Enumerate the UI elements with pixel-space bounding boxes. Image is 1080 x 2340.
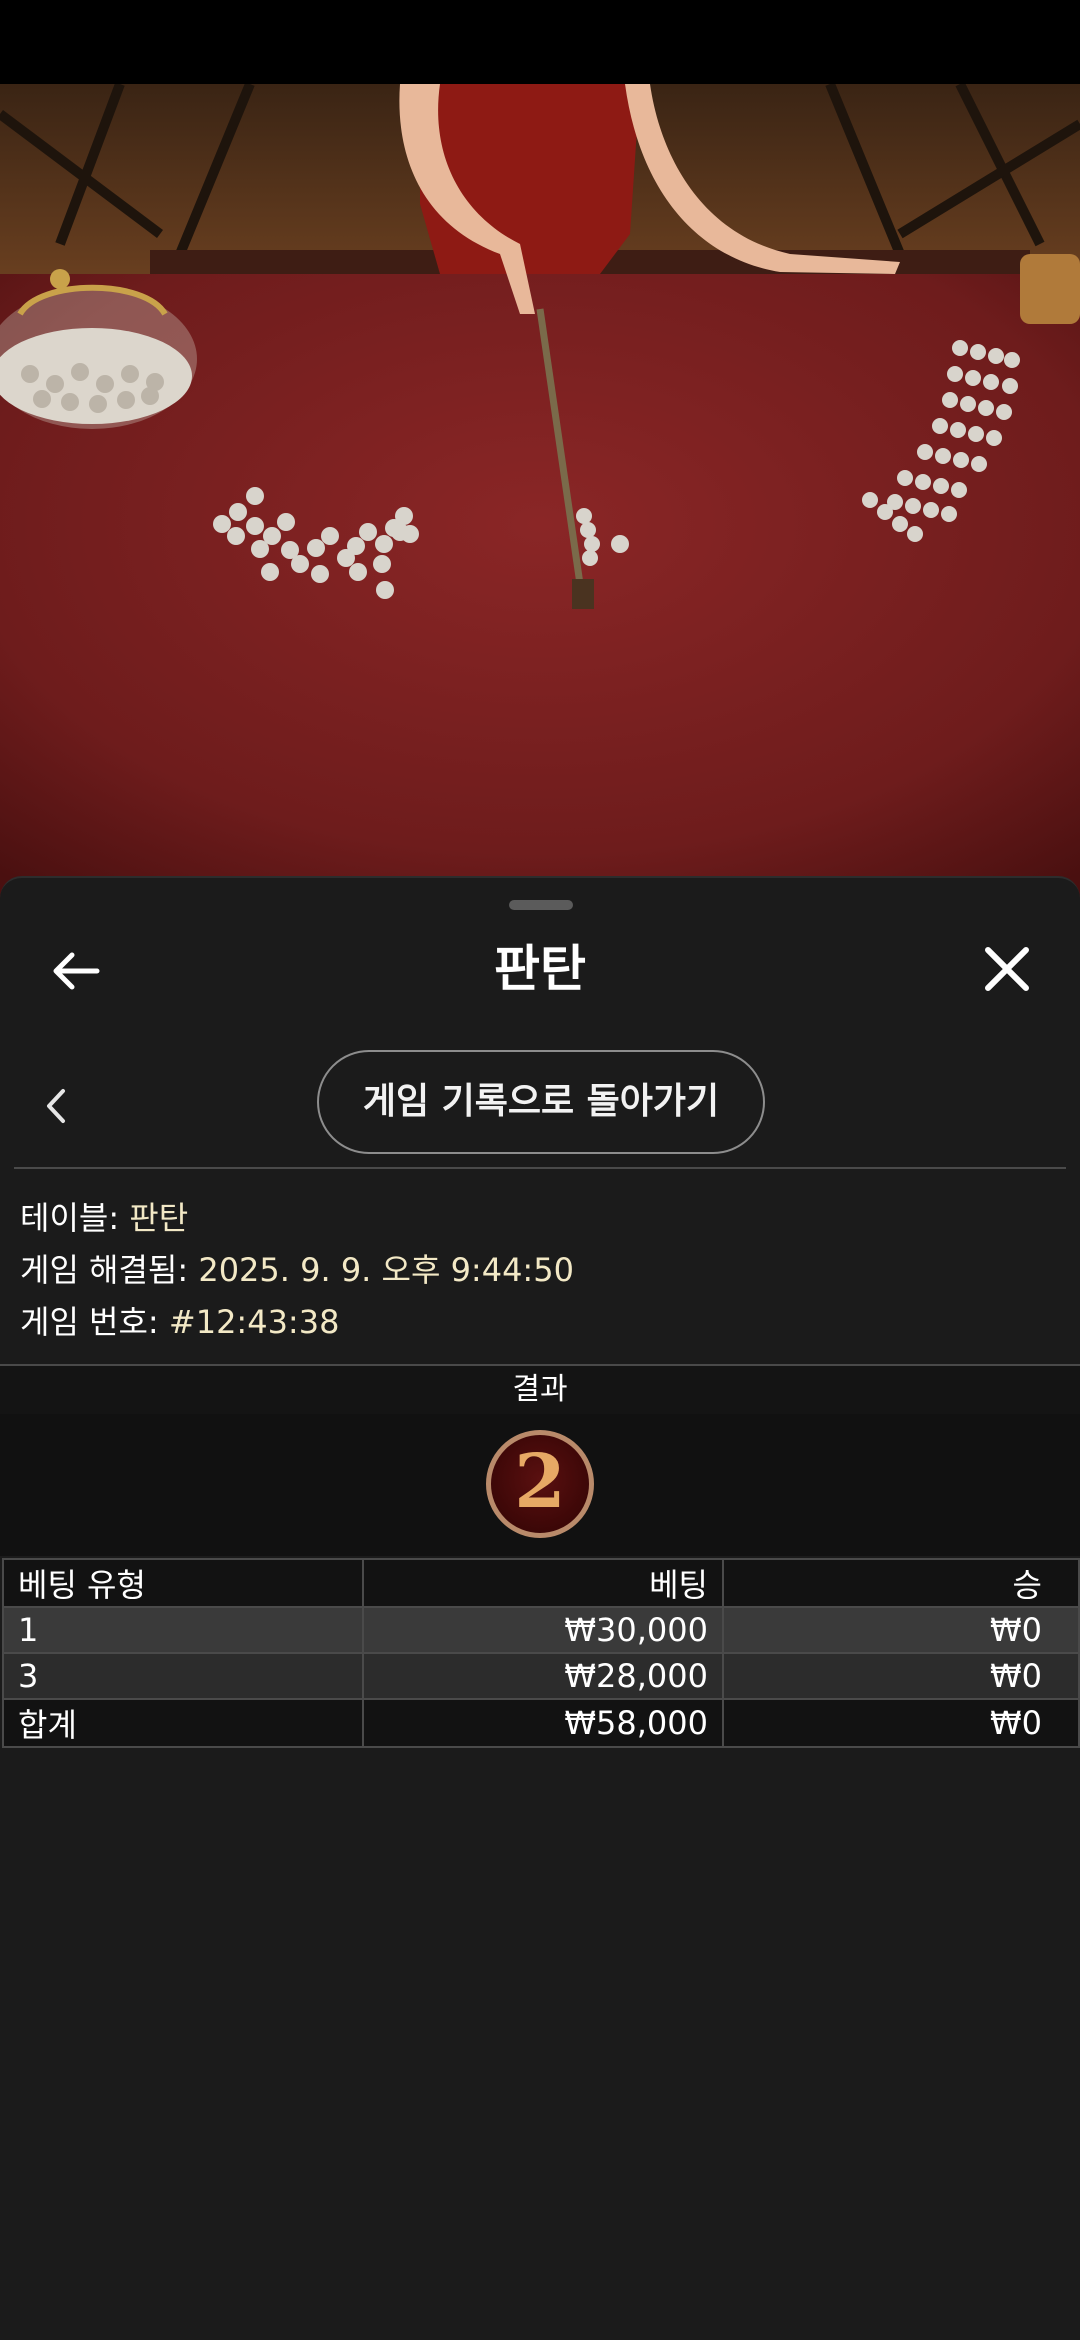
game-detail-sheet: 판탄 게임 기록으로 돌아가기 테이블: 판탄 게임 해결됨: 2025. 9.…: [0, 876, 1080, 2340]
game-number-info: 게임 번호: #12:43:38: [20, 1298, 339, 1346]
bet-type-cell: 3: [2, 1652, 364, 1700]
divider: [14, 1167, 1066, 1169]
status-bar: [0, 0, 1080, 84]
column-header-win: 승: [722, 1558, 1080, 1608]
previous-game-button[interactable]: [32, 1074, 80, 1138]
total-bet-cell: ₩58,000: [362, 1698, 724, 1748]
close-icon: [985, 947, 1029, 991]
resolved-label: 게임 해결됨:: [20, 1251, 199, 1289]
column-header-bet-type: 베팅 유형: [2, 1558, 364, 1608]
table-info: 테이블: 판탄: [20, 1194, 188, 1242]
result-badge: 2: [486, 1430, 594, 1538]
bet-amount-cell: ₩28,000: [362, 1652, 724, 1700]
sheet-drag-handle[interactable]: [509, 900, 573, 910]
bets-table: 베팅 유형 베팅 승 1 ₩30,000 ₩0 3 ₩28,000 ₩0 합계: [2, 1558, 1080, 1748]
bet-amount-cell: ₩30,000: [362, 1606, 724, 1654]
chevron-left-icon: [47, 1089, 65, 1123]
table-header-row: 베팅 유형 베팅 승: [2, 1558, 1080, 1608]
total-row: 합계 ₩58,000 ₩0: [2, 1698, 1080, 1748]
table-row: 3 ₩28,000 ₩0: [2, 1652, 1080, 1700]
total-win-cell: ₩0: [722, 1698, 1080, 1748]
game-number-label: 게임 번호:: [20, 1303, 169, 1341]
result-area: 2: [0, 1414, 1080, 1556]
column-header-bet: 베팅: [362, 1558, 724, 1608]
game-number-value: #12:43:38: [168, 1303, 340, 1341]
resolved-info: 게임 해결됨: 2025. 9. 9. 오후 9:44:50: [20, 1246, 574, 1294]
resolved-value: 2025. 9. 9. 오후 9:44:50: [198, 1251, 574, 1289]
back-to-history-button[interactable]: 게임 기록으로 돌아가기: [317, 1050, 765, 1154]
win-amount-cell: ₩0: [722, 1652, 1080, 1700]
page-title: 판탄: [494, 940, 586, 998]
result-header: 결과: [0, 1364, 1080, 1416]
bet-type-cell: 1: [2, 1606, 364, 1654]
live-video-feed: [0, 84, 1080, 900]
screen: 판탄 게임 기록으로 돌아가기 테이블: 판탄 게임 해결됨: 2025. 9.…: [0, 0, 1080, 2340]
total-label-cell: 합계: [2, 1698, 364, 1748]
table-value: 판탄: [129, 1199, 189, 1237]
table-row: 1 ₩30,000 ₩0: [2, 1606, 1080, 1654]
arrow-left-icon: [53, 952, 100, 990]
win-amount-cell: ₩0: [722, 1606, 1080, 1654]
close-button[interactable]: [972, 934, 1042, 1004]
back-button[interactable]: [42, 938, 108, 1004]
table-label: 테이블:: [20, 1199, 130, 1237]
